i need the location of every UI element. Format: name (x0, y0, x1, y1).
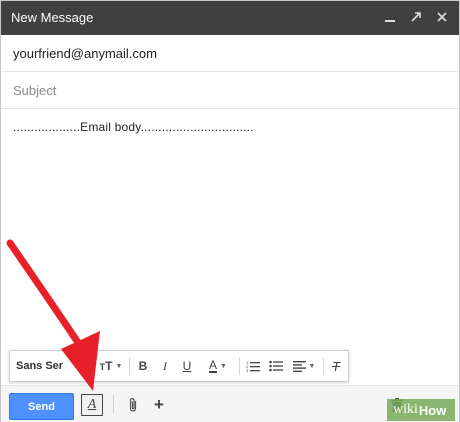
title-bar: New Message (1, 1, 459, 35)
watermark-suffix: How (418, 402, 447, 418)
font-family-select[interactable]: Sans Ser (16, 351, 86, 381)
font-family-label: Sans Ser (16, 360, 64, 372)
text-color-icon: A (209, 358, 218, 373)
chevron-down-icon: ▼ (308, 362, 316, 370)
underline-label: U (182, 359, 192, 373)
action-separator (113, 395, 114, 413)
recipient-email: yourfriend@anymail.com (13, 46, 157, 61)
watermark-prefix: wiki (393, 402, 418, 417)
formatting-options-button[interactable]: A (81, 394, 103, 416)
font-size-select[interactable]: TT ▼ (96, 351, 126, 381)
underline-button[interactable]: U (177, 351, 197, 381)
send-label: Send (28, 400, 55, 413)
toolbar-separator (323, 357, 324, 375)
subject-placeholder: Subject (13, 83, 57, 98)
italic-label: I (163, 358, 167, 373)
formatting-toolbar: Sans Ser TT ▼ B I U A ▼ 123 ▼ T (9, 350, 349, 382)
more-insert-button[interactable]: + (151, 394, 167, 416)
minimize-icon[interactable] (383, 8, 397, 26)
toolbar-separator (88, 357, 89, 375)
message-body[interactable] (1, 109, 459, 349)
watermark: wiki How (387, 399, 455, 421)
formatting-icon: A (87, 397, 97, 412)
close-icon[interactable] (435, 8, 449, 26)
paperclip-icon (129, 398, 137, 412)
toolbar-separator (129, 357, 130, 375)
plus-icon: + (154, 395, 164, 414)
send-button[interactable]: Send (9, 393, 74, 420)
align-button[interactable]: ▼ (289, 351, 319, 381)
subject-field[interactable]: Subject (1, 71, 459, 109)
attach-files-button[interactable] (125, 394, 141, 416)
clear-formatting-button[interactable]: T (326, 351, 346, 381)
window-controls (383, 8, 449, 26)
bulleted-list-button[interactable] (266, 351, 286, 381)
clear-formatting-icon: T (332, 358, 340, 374)
text-color-button[interactable]: A ▼ (201, 351, 235, 381)
align-icon (292, 360, 306, 372)
popout-icon[interactable] (409, 8, 423, 26)
svg-text:3: 3 (246, 368, 249, 372)
chevron-down-icon: ▼ (220, 362, 227, 370)
bold-label: B (138, 359, 148, 373)
body-text: ...................Email body...........… (13, 120, 254, 134)
chevron-down-icon: ▼ (115, 362, 123, 370)
numbered-list-button[interactable]: 123 (243, 351, 263, 381)
font-size-icon: TT (99, 359, 113, 373)
recipients-field[interactable]: yourfriend@anymail.com (1, 35, 459, 72)
bold-button[interactable]: B (133, 351, 153, 381)
bulleted-list-icon (269, 360, 283, 372)
numbered-list-icon: 123 (246, 360, 260, 372)
toolbar-separator (239, 357, 240, 375)
window-title: New Message (11, 10, 94, 25)
compose-window: New Message yourfriend@anymail.com Subje… (0, 0, 460, 422)
italic-button[interactable]: I (155, 351, 175, 381)
